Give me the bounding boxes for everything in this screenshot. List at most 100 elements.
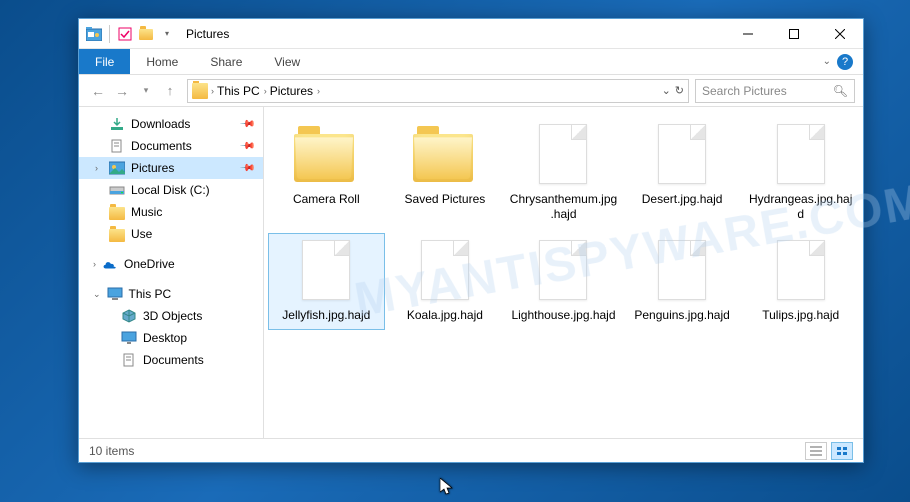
file-icon: [294, 240, 358, 304]
tab-share[interactable]: Share: [194, 49, 258, 74]
downloads-icon: [109, 116, 125, 132]
pin-icon: 📌: [238, 160, 255, 177]
sidebar-item-label: Pictures: [131, 161, 174, 175]
breadcrumb-label: This PC: [217, 84, 260, 98]
ribbon-right: ⌄ ?: [823, 54, 863, 70]
new-folder-icon[interactable]: [137, 25, 155, 43]
item-view[interactable]: Camera Roll Saved Pictures Chrysanthemum…: [264, 107, 863, 438]
search-input[interactable]: Search Pictures 🔍︎: [695, 79, 855, 103]
sidebar-item-label: Documents: [143, 353, 204, 367]
help-icon[interactable]: ?: [837, 54, 853, 70]
app-icon: [85, 25, 103, 43]
titlebar-left: ▾: [79, 25, 176, 43]
collapse-ribbon-icon[interactable]: ⌄: [823, 56, 831, 67]
close-button[interactable]: [817, 19, 863, 48]
file-item[interactable]: Penguins.jpg.hajd: [624, 233, 741, 330]
icons-view-button[interactable]: [831, 442, 853, 460]
quick-access-toolbar: ▾: [116, 25, 176, 43]
ribbon-tabs: File Home Share View ⌄ ?: [79, 49, 863, 75]
window-title: Pictures: [186, 27, 229, 41]
folder-icon: [413, 124, 477, 188]
sidebar-item-thispc[interactable]: ⌄ This PC: [79, 283, 263, 305]
item-grid: Camera Roll Saved Pictures Chrysanthemum…: [268, 117, 859, 330]
forward-button[interactable]: →: [111, 80, 133, 102]
back-button[interactable]: ←: [87, 80, 109, 102]
item-label: Camera Roll: [293, 192, 360, 207]
titlebar-separator: [109, 25, 110, 43]
file-icon: [650, 124, 714, 188]
search-placeholder: Search Pictures: [702, 84, 787, 98]
file-icon: [769, 240, 833, 304]
file-item[interactable]: Hydrangeas.jpg.hajd: [742, 117, 859, 229]
file-item[interactable]: Chrysanthemum.jpg.hajd: [505, 117, 622, 229]
item-label: Koala.jpg.hajd: [407, 308, 483, 323]
sidebar-item-label: Documents: [131, 139, 192, 153]
file-icon: [650, 240, 714, 304]
sidebar-item-onedrive[interactable]: › OneDrive: [79, 253, 263, 275]
file-icon: [531, 124, 595, 188]
file-item[interactable]: Tulips.jpg.hajd: [742, 233, 859, 330]
breadcrumb-chevron-icon[interactable]: ›: [264, 86, 267, 96]
sidebar-item-label: Downloads: [131, 117, 190, 131]
breadcrumb-label: Pictures: [270, 84, 313, 98]
folder-item[interactable]: Camera Roll: [268, 117, 385, 229]
tab-file[interactable]: File: [79, 49, 130, 74]
sidebar-item-documents2[interactable]: Documents: [79, 349, 263, 371]
sidebar-item-desktop[interactable]: Desktop: [79, 327, 263, 349]
folder-icon: [294, 124, 358, 188]
folder-icon: [109, 226, 125, 242]
breadcrumb-pictures[interactable]: Pictures ›: [270, 84, 320, 98]
maximize-button[interactable]: [771, 19, 817, 48]
address-bar-row: ← → ▾ ↑ › This PC› Pictures› ⌄ ↻ Search …: [79, 75, 863, 107]
tab-view[interactable]: View: [258, 49, 316, 74]
pin-icon: 📌: [238, 116, 255, 133]
status-bar: 10 items: [79, 438, 863, 462]
window-controls: [725, 19, 863, 48]
sidebar-item-label: Use: [131, 227, 152, 241]
expand-icon[interactable]: ⌄: [93, 289, 101, 300]
location-folder-icon: [192, 83, 208, 99]
thispc-icon: [107, 286, 123, 302]
documents-icon: [121, 352, 137, 368]
address-end: ⌄ ↻: [662, 84, 684, 97]
file-item[interactable]: Desert.jpg.hajd: [624, 117, 741, 229]
up-button[interactable]: ↑: [159, 80, 181, 102]
item-label: Hydrangeas.jpg.hajd: [746, 192, 856, 222]
file-item[interactable]: Lighthouse.jpg.hajd: [505, 233, 622, 330]
sidebar-item-3dobjects[interactable]: 3D Objects: [79, 305, 263, 327]
nav-buttons: ← → ▾ ↑: [87, 80, 181, 102]
file-item[interactable]: Koala.jpg.hajd: [387, 233, 504, 330]
breadcrumb-thispc[interactable]: This PC ›: [217, 84, 267, 98]
documents-icon: [109, 138, 125, 154]
sidebar-item-pictures[interactable]: › Pictures 📌: [79, 157, 263, 179]
address-dropdown-icon[interactable]: ⌄: [662, 84, 671, 97]
pictures-icon: [109, 160, 125, 176]
desktop-icon: [121, 330, 137, 346]
item-label: Penguins.jpg.hajd: [634, 308, 729, 323]
pin-icon: 📌: [238, 138, 255, 155]
refresh-icon[interactable]: ↻: [675, 84, 684, 97]
expand-icon[interactable]: ›: [95, 163, 98, 173]
search-icon: 🔍︎: [833, 84, 848, 98]
sidebar-item-label: OneDrive: [124, 257, 175, 271]
sidebar-item-music[interactable]: Music: [79, 201, 263, 223]
sidebar-item-downloads[interactable]: Downloads 📌: [79, 113, 263, 135]
expand-icon[interactable]: ›: [93, 259, 96, 269]
titlebar: ▾ Pictures: [79, 19, 863, 49]
file-icon: [769, 124, 833, 188]
sidebar-item-documents[interactable]: Documents 📌: [79, 135, 263, 157]
breadcrumb-chevron-icon[interactable]: ›: [211, 86, 214, 96]
folder-item[interactable]: Saved Pictures: [387, 117, 504, 229]
3dobjects-icon: [121, 308, 137, 324]
address-bar[interactable]: › This PC› Pictures› ⌄ ↻: [187, 79, 689, 103]
sidebar-item-localdisk[interactable]: Local Disk (C:): [79, 179, 263, 201]
properties-icon[interactable]: [116, 25, 134, 43]
qat-dropdown-icon[interactable]: ▾: [158, 25, 176, 43]
sidebar-item-use[interactable]: Use: [79, 223, 263, 245]
breadcrumb-chevron-icon[interactable]: ›: [317, 86, 320, 96]
file-item[interactable]: Jellyfish.jpg.hajd: [268, 233, 385, 330]
details-view-button[interactable]: [805, 442, 827, 460]
minimize-button[interactable]: [725, 19, 771, 48]
tab-home[interactable]: Home: [130, 49, 194, 74]
recent-dropdown-icon[interactable]: ▾: [135, 80, 157, 102]
